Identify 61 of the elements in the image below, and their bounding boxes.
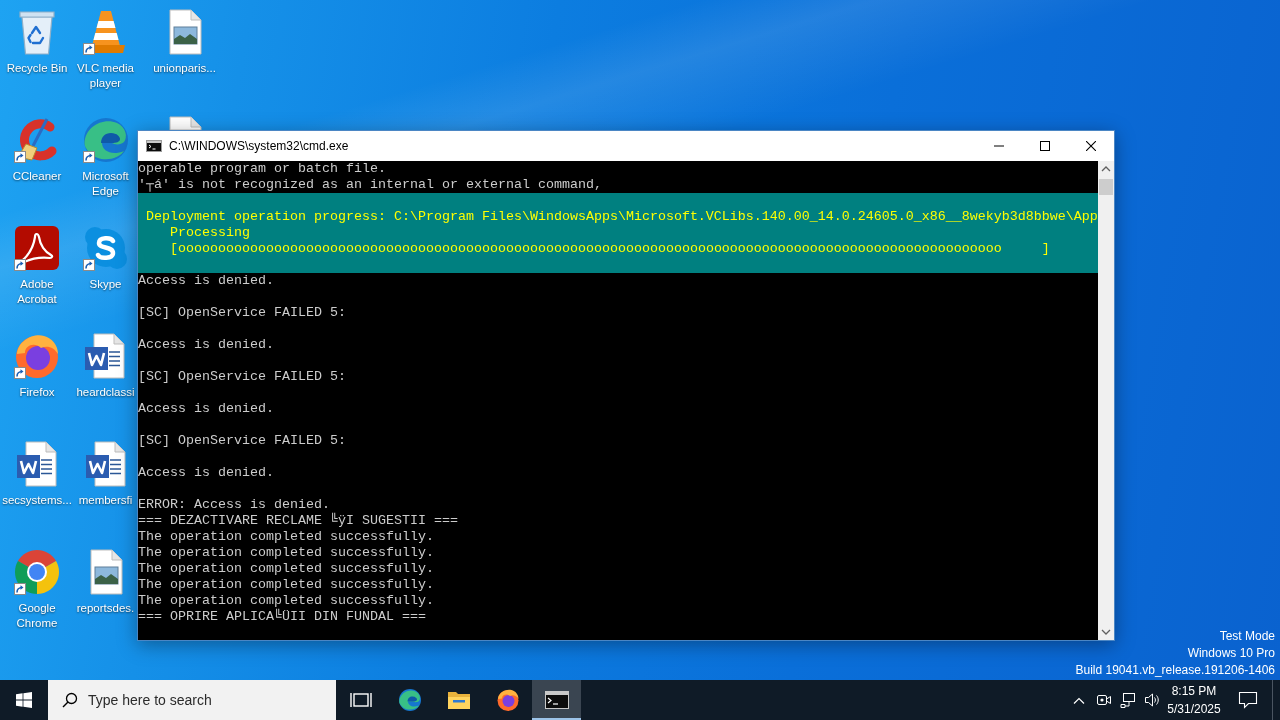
window-title: C:\WINDOWS\system32\cmd.exe	[169, 139, 350, 153]
desktop-item[interactable]: Skype	[81, 224, 130, 292]
firefox-icon	[13, 332, 61, 380]
desktop-item[interactable]: VLC media player	[74, 8, 137, 91]
console-line: [SC] OpenService FAILED 5:	[138, 369, 346, 385]
console-line: === OPRIRE APLICA╚ÜII DIN FUNDAL ===	[138, 609, 426, 625]
chrome-icon	[13, 548, 61, 596]
desktop-item[interactable]: reportsdes.	[76, 548, 135, 616]
terminal-icon	[544, 691, 569, 709]
os-watermark-text: Windows 10 Pro	[1187, 645, 1275, 662]
acrobat-icon	[13, 224, 61, 272]
desktop-item[interactable]: Recycle Bin	[6, 8, 68, 76]
taskbar-button[interactable]	[532, 680, 581, 720]
camera-icon[interactable]	[1096, 692, 1112, 708]
console-line: ERROR: Access is denied.	[138, 497, 330, 513]
task-view-icon	[349, 691, 372, 709]
console-line: Access is denied.	[138, 465, 274, 481]
console-line: '┬á' is not recognized as an internal or external command,	[138, 177, 602, 193]
desktop-item[interactable]: membersfi	[78, 440, 133, 508]
desktop-item[interactable]: Microsoft Edge	[74, 116, 137, 199]
search-icon	[62, 692, 78, 708]
firefox-icon	[495, 688, 520, 712]
console-line: The operation completed successfully.	[138, 561, 434, 577]
console-line: operable program or batch file.	[138, 161, 386, 177]
network-icon[interactable]	[1120, 692, 1136, 708]
os-watermark-text: Build 19041.vb_release.191206-1406	[1075, 662, 1275, 679]
edge-icon	[397, 688, 422, 712]
desktop-item[interactable]: Adobe Acrobat	[0, 224, 74, 307]
desktop-item[interactable]: Google Chrome	[0, 548, 74, 631]
progress-activity-text: Deployment operation progress: C:\Program Files\WindowsApps\Microsoft.VCLibs.140.00_14.0.24605.0_x86__8wekyb3d8bbwe\App	[146, 209, 1098, 225]
console-line: Access is denied.	[138, 273, 274, 289]
console-line: [SC] OpenService FAILED 5:	[138, 433, 346, 449]
desktop-item[interactable]: secsystems...	[2, 440, 72, 508]
console-line: The operation completed successfully.	[138, 593, 434, 608]
console-line: === DEZACTIVARE RECLAME ╚ÿI SUGESTII ===	[138, 513, 458, 529]
console-line: [SC] OpenService FAILED 5:	[138, 305, 346, 321]
desktop-item[interactable]: Firefox	[13, 332, 61, 400]
notifications-icon[interactable]	[1238, 691, 1258, 709]
scrollbar-thumb[interactable]	[1099, 179, 1113, 195]
chevron-up-icon[interactable]	[1073, 696, 1085, 704]
search-field[interactable]: Type here to search	[48, 680, 336, 720]
desktop-item[interactable]: heardclassi	[76, 332, 135, 400]
desktop-item[interactable]: CCleaner	[12, 116, 62, 184]
console-line: The operation completed successfully.	[138, 529, 434, 545]
desktop-item[interactable]: unionparis...	[153, 8, 216, 76]
progress-status-text: Processing	[170, 225, 250, 241]
windows-logo-icon	[16, 692, 32, 708]
maximize-icon	[1040, 141, 1050, 151]
console-line: Access is denied.	[138, 401, 274, 417]
console-line: The operation completed successfully.	[138, 577, 434, 593]
terminal-icon	[146, 140, 162, 152]
close-icon	[1086, 141, 1096, 151]
clock-button[interactable]: 8:15 PM 5/31/2025	[1164, 680, 1224, 720]
scrollbar[interactable]	[1098, 161, 1114, 640]
console-line: The operation completed successfully.	[138, 545, 434, 561]
edge-icon	[81, 116, 130, 164]
folder-icon	[446, 690, 471, 710]
os-watermark-text: Test Mode	[1219, 628, 1275, 645]
progress-bar-text: [ooooooooooooooooooooooooooooooooooooooooooooooooooooooooooooooooooooooooooooooooooooooooooooooooooooooo ]	[170, 241, 1050, 257]
volume-icon[interactable]	[1144, 692, 1160, 708]
console-line: Access is denied.	[138, 337, 274, 353]
